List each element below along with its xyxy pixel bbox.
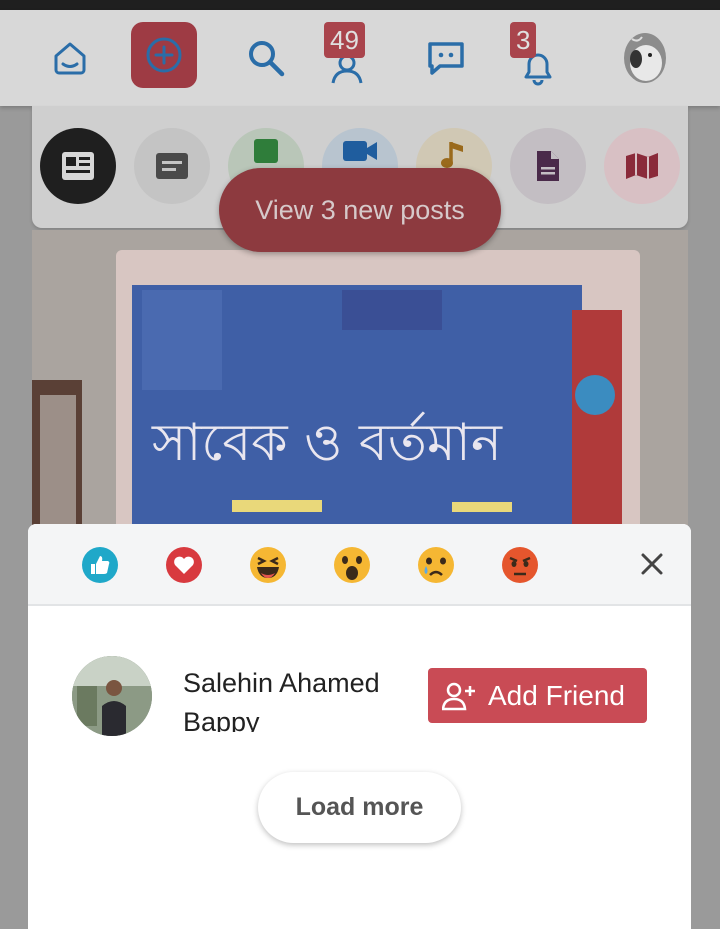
close-icon: [641, 553, 663, 575]
reaction-haha-tab[interactable]: [249, 546, 287, 584]
reaction-wow-tab[interactable]: [333, 546, 371, 584]
add-friend-label: Add Friend: [488, 679, 625, 711]
add-friend-icon: [442, 682, 475, 710]
sad-icon: [418, 547, 454, 583]
profile-avatar: [624, 33, 666, 83]
add-post-button[interactable]: [131, 22, 197, 88]
close-button[interactable]: [640, 549, 664, 579]
load-more-label: Load more: [295, 793, 424, 821]
video-icon: [343, 141, 377, 161]
user-name[interactable]: Salehin Ahamed Bappy: [183, 664, 413, 732]
reactions-dialog: Salehin Ahamed Bappy Add Friend Load mor…: [28, 524, 691, 929]
angry-icon: [502, 547, 538, 583]
reaction-like-tab[interactable]: [81, 546, 119, 584]
friend-requests-badge: 49: [324, 22, 365, 58]
reaction-angry-tab[interactable]: [501, 546, 539, 584]
like-icon: [82, 547, 118, 583]
reaction-tabs: [28, 524, 691, 606]
home-icon: [54, 42, 86, 75]
map-icon: [626, 153, 658, 179]
add-friend-button[interactable]: Add Friend: [428, 668, 647, 723]
wow-icon: [334, 547, 370, 583]
filter-text[interactable]: [134, 128, 210, 204]
reaction-love-tab[interactable]: [165, 546, 203, 584]
notifications-button[interactable]: 3: [510, 10, 562, 106]
view-new-posts-label: View 3 new posts: [255, 194, 465, 225]
load-more-button[interactable]: Load more: [258, 772, 461, 843]
news-feed-icon: [62, 152, 94, 180]
post-image: সাবেক ও বর্তমান: [32, 230, 688, 530]
search-button[interactable]: [242, 10, 290, 106]
love-icon: [166, 547, 202, 583]
profile-button[interactable]: [623, 10, 667, 106]
filter-news-feed[interactable]: [40, 128, 116, 204]
filter-map[interactable]: [604, 128, 680, 204]
audio-icon: [441, 142, 463, 168]
add-post-icon: [146, 37, 182, 73]
user-avatar[interactable]: [72, 656, 152, 736]
svg-text:সাবেক ও বর্তমান: সাবেক ও বর্তমান: [151, 411, 503, 473]
haha-icon: [250, 547, 286, 583]
text-icon: [156, 153, 188, 179]
top-navbar: 49 3: [0, 10, 720, 106]
filter-document[interactable]: [510, 128, 586, 204]
status-bar: [0, 0, 720, 10]
friend-requests-button[interactable]: 49: [322, 10, 372, 106]
image-icon: [254, 139, 278, 163]
document-icon: [537, 151, 559, 181]
reaction-sad-tab[interactable]: [417, 546, 455, 584]
view-new-posts-button[interactable]: View 3 new posts: [219, 168, 501, 252]
messages-button[interactable]: [424, 10, 468, 106]
messages-icon: [428, 42, 464, 75]
home-button[interactable]: [42, 10, 98, 106]
notifications-badge: 3: [510, 22, 537, 58]
search-icon: [249, 41, 285, 77]
